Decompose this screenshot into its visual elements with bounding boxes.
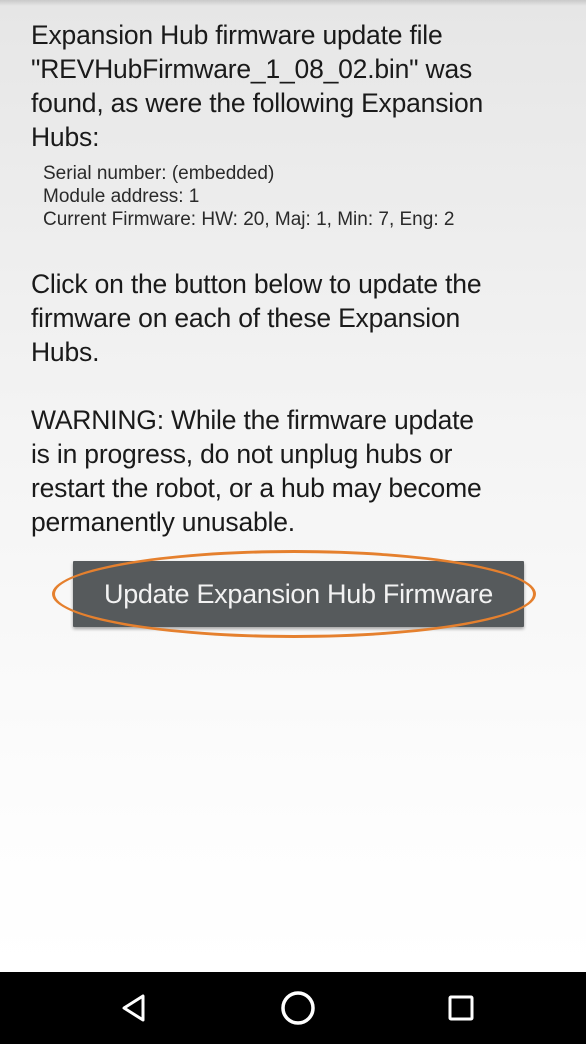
intro-line: found, as were the following Expansion bbox=[31, 88, 484, 118]
home-circle-icon bbox=[281, 991, 315, 1025]
recents-button[interactable] bbox=[441, 988, 481, 1028]
status-bar-shadow bbox=[0, 0, 586, 6]
intro-line: "REVHubFirmware_1_08_02.bin" was bbox=[31, 54, 473, 84]
intro-line: Expansion Hub firmware update file bbox=[31, 20, 443, 50]
home-button[interactable] bbox=[278, 988, 318, 1028]
hub-module-address: Module address: 1 bbox=[43, 186, 200, 207]
instruction-line: Click on the button below to update the bbox=[31, 269, 482, 299]
recents-square-icon bbox=[448, 995, 474, 1021]
instruction-line: Hubs. bbox=[31, 337, 100, 367]
hub-serial-number: Serial number: (embedded) bbox=[43, 163, 275, 184]
instruction-text: Click on the button below to update the … bbox=[31, 267, 561, 369]
warning-line: WARNING: While the firmware update bbox=[31, 405, 474, 435]
firmware-update-screen: Expansion Hub firmware update file "REVH… bbox=[0, 0, 586, 972]
warning-line: restart the robot, or a hub may become bbox=[31, 473, 482, 503]
back-button[interactable] bbox=[115, 988, 155, 1028]
warning-text: WARNING: While the firmware update is in… bbox=[31, 403, 561, 539]
instruction-line: firmware on each of these Expansion bbox=[31, 303, 461, 333]
navigation-bar bbox=[0, 972, 586, 1044]
intro-line: Hubs: bbox=[31, 122, 100, 152]
hub-current-firmware: Current Firmware: HW: 20, Maj: 1, Min: 7… bbox=[43, 209, 455, 230]
warning-line: permanently unusable. bbox=[31, 507, 295, 537]
update-firmware-button[interactable]: Update Expansion Hub Firmware bbox=[73, 561, 524, 627]
warning-line: is in progress, do not unplug hubs or bbox=[31, 439, 453, 469]
hub-details: Serial number: (embedded) Module address… bbox=[43, 162, 561, 231]
intro-text: Expansion Hub firmware update file "REVH… bbox=[31, 18, 561, 154]
update-firmware-button-label: Update Expansion Hub Firmware bbox=[104, 578, 493, 609]
dialog-content: Expansion Hub firmware update file "REVH… bbox=[31, 18, 561, 539]
back-triangle-icon bbox=[122, 994, 145, 1022]
